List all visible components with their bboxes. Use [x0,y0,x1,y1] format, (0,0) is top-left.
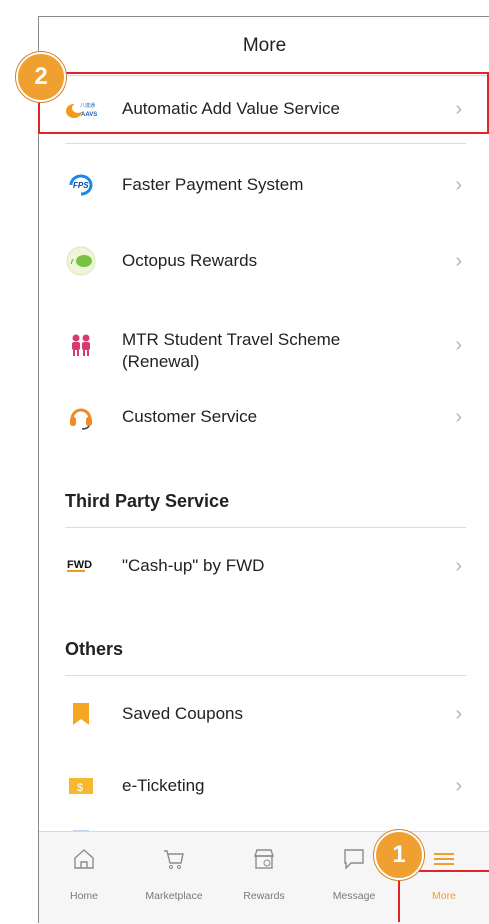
section-heading-others: Others [65,639,124,659]
menu-item-saved-coupons[interactable]: Saved Coupons › [39,681,489,747]
svg-text:$: $ [77,782,83,794]
chevron-right-icon: › [455,405,462,428]
chat-icon [344,849,364,870]
app-screen: More 八達通 AAVS Automatic Add Value Service… [38,16,489,924]
tab-label: Home [69,890,98,902]
menu-icon [434,853,454,865]
chevron-right-icon: › [455,249,462,272]
home-icon [74,849,94,869]
menu-item-fps[interactable]: FPS Faster Payment System › [39,153,489,217]
highlight-box-step-2 [38,72,489,134]
store-icon [254,849,274,869]
mtr-student-icon [65,329,97,361]
octopus-rewards-icon: r [65,245,97,277]
divider [65,527,466,528]
highlight-box-step-1 [398,870,489,922]
chevron-right-icon: › [455,702,462,725]
menu-item-label: Saved Coupons [122,704,243,723]
headset-icon [65,401,97,433]
tab-label: Rewards [243,890,285,902]
fwd-logo-icon: FWD [65,550,97,582]
menu-item-cash-up-fwd[interactable]: FWD "Cash-up" by FWD › [39,533,489,599]
bookmark-icon [65,698,97,730]
chevron-right-icon: › [455,173,462,196]
step-badge-2: 2 [16,52,66,102]
tab-label: Message [332,890,376,902]
ticket-icon: $ [65,770,97,802]
menu-item-label: Faster Payment System [122,175,304,194]
step-badge-1: 1 [374,830,424,880]
tab-home[interactable]: Home [39,832,129,924]
menu-item-label: MTR Student Travel Scheme (Renewal) [122,329,340,373]
menu-item-customer-service[interactable]: Customer Service › [39,385,489,449]
menu-item-label-line2: (Renewal) [122,352,200,371]
menu-item-mtr-student[interactable]: MTR Student Travel Scheme (Renewal) › [39,307,489,383]
svg-text:FWD: FWD [67,559,92,571]
menu-item-octopus-rewards[interactable]: r Octopus Rewards › [39,229,489,293]
divider [65,143,466,144]
chevron-right-icon: › [455,554,462,577]
menu-item-label: e-Ticketing [122,776,205,795]
tab-rewards[interactable]: Rewards [219,832,309,924]
section-heading-third-party: Third Party Service [65,491,230,511]
svg-text:FPS: FPS [73,181,89,190]
divider [65,675,466,676]
menu-item-e-ticketing[interactable]: $ e-Ticketing › [39,753,489,819]
page-title: More [39,17,489,76]
fps-icon: FPS [65,169,97,201]
chevron-right-icon: › [455,774,462,797]
tab-label: Marketplace [145,890,203,902]
cart-icon [164,850,184,869]
svg-text:r: r [71,257,74,266]
tab-marketplace[interactable]: Marketplace [129,832,219,924]
menu-item-label: Customer Service [122,407,258,426]
chevron-right-icon: › [455,333,462,356]
menu-item-label: "Cash-up" by FWD [122,556,265,575]
menu-item-label: Octopus Rewards [122,251,258,270]
menu-item-label-line1: MTR Student Travel Scheme [122,330,341,349]
